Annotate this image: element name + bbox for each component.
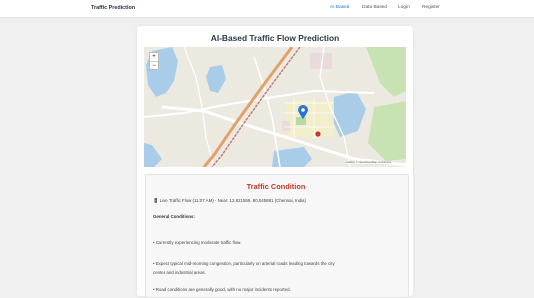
nav-link-ai-based[interactable]: AI Based bbox=[330, 5, 349, 10]
live-traffic-text: 🚦 Live Traffic Flow (11:07 AM) - Near: 1… bbox=[153, 198, 306, 203]
condition-bullet: • Expect typical mid-morning congestion,… bbox=[153, 261, 335, 266]
condition-bullet: • Road conditions are generally good, wi… bbox=[153, 287, 291, 292]
destination-dot-icon[interactable] bbox=[315, 131, 321, 137]
map-attribution[interactable]: Leaflet | © OpenStreetMap contributors bbox=[346, 161, 392, 164]
condition-bullet: • Currently experiencing moderate traffi… bbox=[153, 240, 242, 245]
traffic-condition-title: Traffic Condition bbox=[246, 182, 306, 191]
general-conditions-heading: General Conditions: bbox=[153, 214, 195, 219]
top-navbar: Traffic Prediction AI Based Data Based L… bbox=[0, 0, 534, 18]
nav-link-register[interactable]: Register bbox=[422, 5, 440, 10]
nav-link-login[interactable]: Login bbox=[398, 5, 410, 10]
nav-link-data-based[interactable]: Data Based bbox=[362, 5, 387, 10]
map-tiles[interactable] bbox=[144, 47, 406, 167]
page-title: AI-Based Traffic Flow Prediction bbox=[210, 33, 340, 43]
zoom-out-button[interactable]: − bbox=[150, 61, 158, 70]
traffic-condition-panel bbox=[145, 174, 409, 298]
condition-bullet-continued: center and industrial areas. bbox=[153, 270, 206, 275]
zoom-in-button[interactable]: + bbox=[150, 53, 158, 61]
brand-logo[interactable]: Traffic Prediction bbox=[91, 5, 135, 11]
map-zoom-control: + − bbox=[149, 52, 159, 70]
location-marker-icon[interactable] bbox=[298, 105, 308, 119]
traffic-map[interactable] bbox=[144, 47, 406, 167]
